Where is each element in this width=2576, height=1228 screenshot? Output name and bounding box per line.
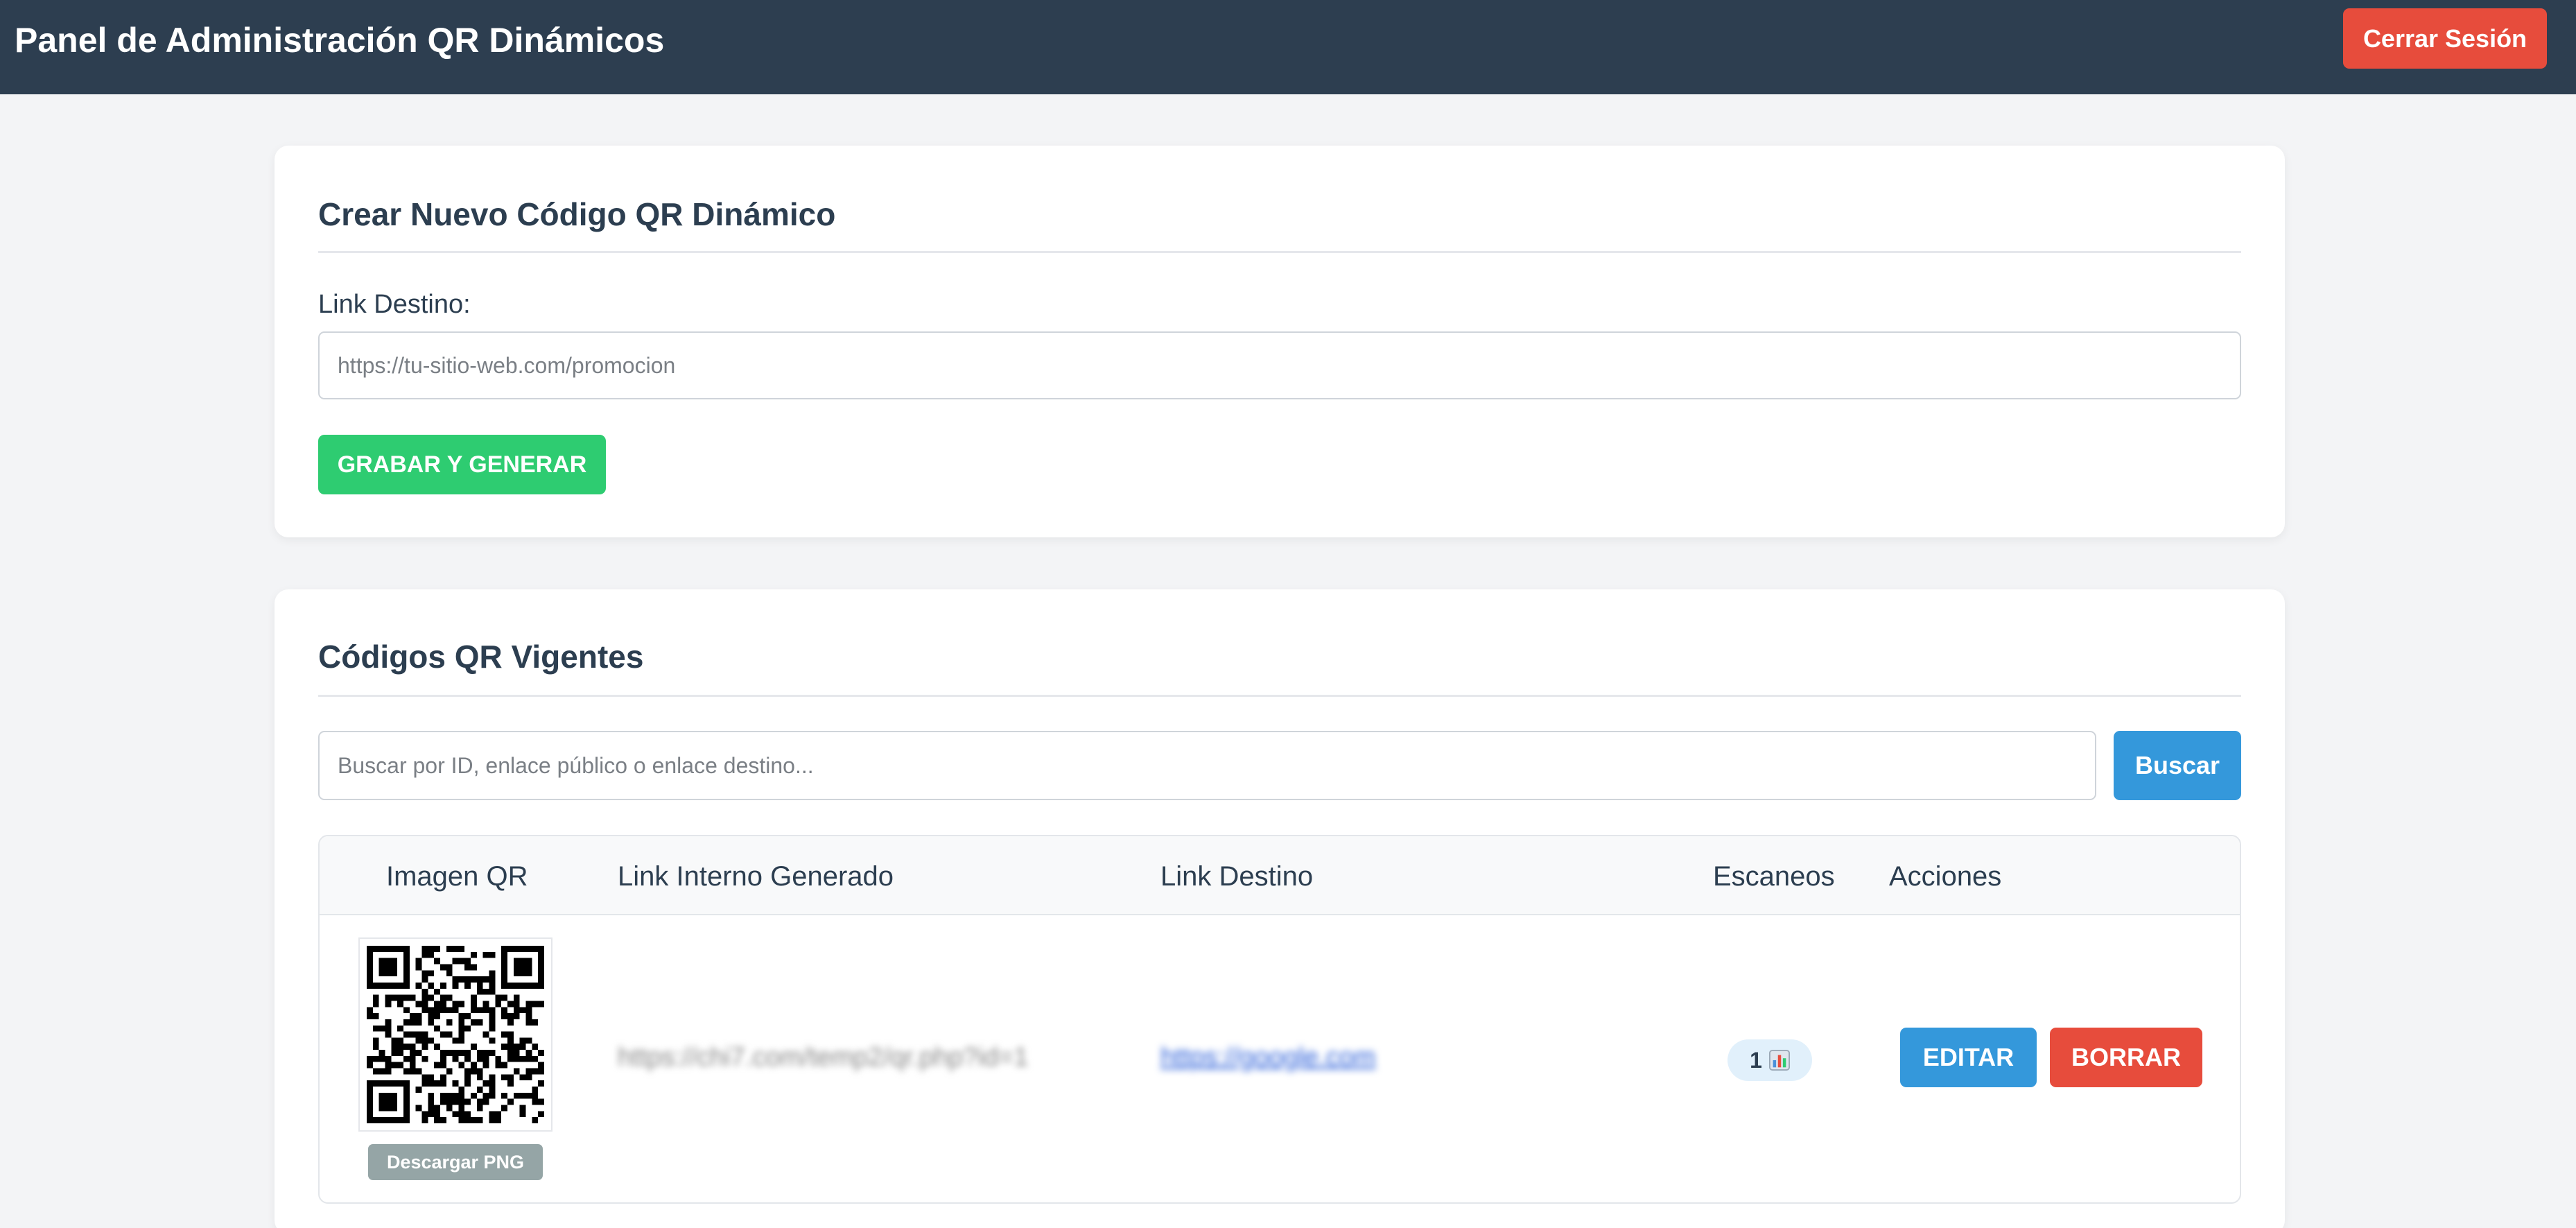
link-destination-input[interactable] [318,331,2241,399]
active-qr-title: Códigos QR Vigentes [318,639,644,675]
qr-code-graphic [367,946,544,1123]
scans-badge: 1 [1728,1039,1812,1081]
column-header-actions: Acciones [1889,861,2002,892]
search-input[interactable] [318,731,2096,800]
download-png-button[interactable]: Descargar PNG [368,1144,543,1180]
logout-button[interactable]: Cerrar Sesión [2343,8,2547,69]
top-navbar: Panel de Administración QR Dinámicos Cer… [0,0,2576,94]
column-header-scans: Escaneos [1713,861,1835,892]
bar-chart-icon [1768,1050,1790,1071]
qr-table: Imagen QR Link Interno Generado Link Des… [318,835,2241,1204]
destination-link[interactable]: https://google.com [1160,1043,1376,1073]
qr-code-image [358,937,552,1132]
scans-count: 1 [1750,1047,1762,1073]
internal-link-text[interactable]: https://chi7.com/temp2/qr.php?id=1 [618,1043,1029,1073]
table-header: Imagen QR Link Interno Generado Link Des… [320,836,2240,915]
delete-button[interactable]: BORRAR [2050,1028,2202,1087]
column-header-internal-link: Link Interno Generado [618,861,894,892]
divider [318,695,2241,697]
table-row: Descargar PNG https://chi7.com/temp2/qr.… [320,915,2240,1202]
edit-button[interactable]: EDITAR [1900,1028,2037,1087]
create-qr-card: Crear Nuevo Código QR Dinámico Link Dest… [275,146,2285,537]
active-qr-card: Códigos QR Vigentes Buscar Imagen QR Lin… [275,589,2285,1228]
column-header-destination-link: Link Destino [1160,861,1314,892]
column-header-qr-image: Imagen QR [386,861,528,892]
search-button[interactable]: Buscar [2114,731,2241,800]
save-generate-button[interactable]: GRABAR Y GENERAR [318,435,606,494]
app-title: Panel de Administración QR Dinámicos [15,21,665,60]
create-qr-title: Crear Nuevo Código QR Dinámico [318,196,836,232]
divider [318,251,2241,253]
link-destination-label: Link Destino: [318,290,471,319]
